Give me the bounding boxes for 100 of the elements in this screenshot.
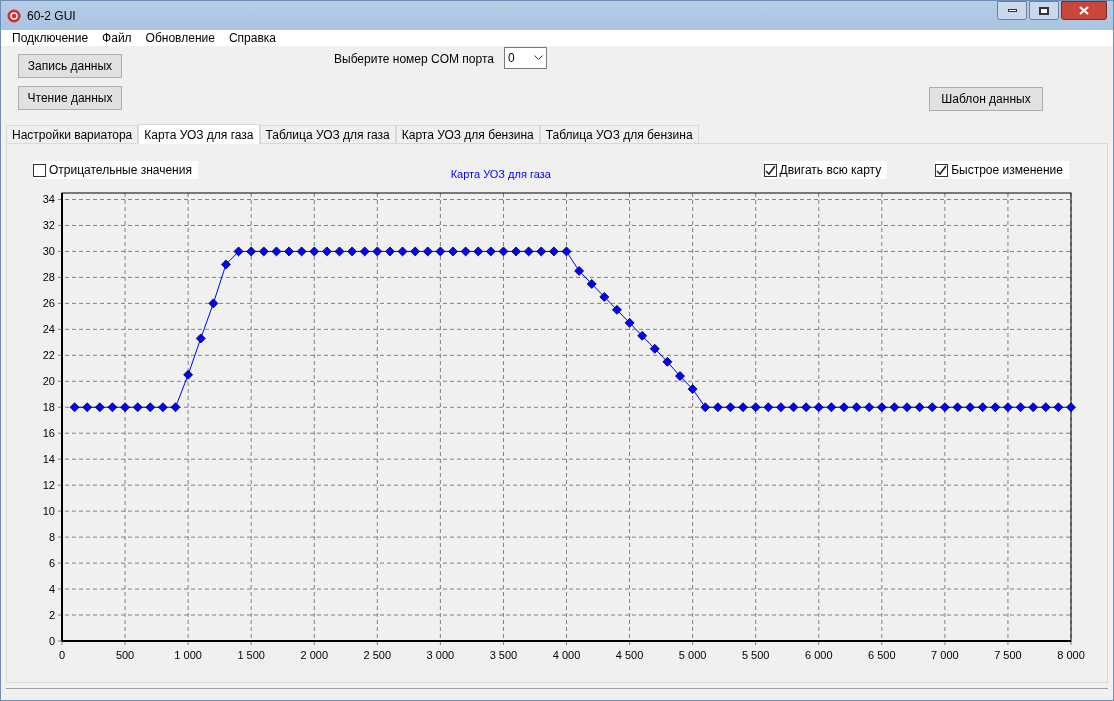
data-point[interactable]	[460, 246, 471, 257]
data-point[interactable]	[1053, 402, 1064, 413]
data-point[interactable]	[372, 246, 383, 257]
data-point[interactable]	[813, 402, 824, 413]
data-point[interactable]	[435, 246, 446, 257]
data-point[interactable]	[952, 402, 963, 413]
data-point[interactable]	[599, 292, 610, 302]
data-point[interactable]	[347, 246, 357, 257]
data-point[interactable]	[1003, 402, 1013, 413]
data-point[interactable]	[940, 402, 950, 413]
checkbox[interactable]	[935, 163, 949, 177]
data-point[interactable]	[485, 246, 496, 257]
data-point[interactable]	[561, 246, 572, 257]
data-point[interactable]	[965, 402, 975, 413]
data-point[interactable]	[1028, 402, 1039, 413]
data-point[interactable]	[738, 402, 748, 413]
data-point[interactable]	[246, 246, 257, 257]
data-point[interactable]	[473, 246, 484, 257]
data-point[interactable]	[69, 402, 80, 413]
tab[interactable]: Карта УОЗ для бензина	[395, 125, 540, 143]
data-point[interactable]	[612, 304, 622, 315]
data-point[interactable]	[158, 402, 168, 413]
data-point[interactable]	[82, 402, 93, 413]
tab[interactable]: Таблица УОЗ для бензина	[539, 125, 699, 143]
menu-item[interactable]: Справка	[221, 32, 283, 44]
data-point[interactable]	[132, 402, 143, 413]
data-point[interactable]	[94, 402, 105, 413]
minimize-button[interactable]	[997, 1, 1027, 20]
data-point[interactable]	[170, 402, 181, 413]
y-tick-label: 22	[42, 349, 55, 362]
data-point[interactable]	[725, 402, 736, 413]
data-point[interactable]	[221, 259, 231, 270]
data-point[interactable]	[448, 246, 458, 257]
data-point[interactable]	[183, 369, 194, 380]
data-point[interactable]	[776, 402, 786, 413]
data-point[interactable]	[359, 246, 370, 257]
tab[interactable]: Карта УОЗ для газа	[138, 124, 260, 144]
data-point[interactable]	[662, 356, 673, 367]
data-point[interactable]	[195, 333, 206, 344]
data-point[interactable]	[296, 246, 307, 257]
data-point[interactable]	[700, 402, 711, 413]
data-point[interactable]	[914, 402, 925, 413]
data-point[interactable]	[977, 402, 988, 413]
data-point[interactable]	[284, 246, 294, 257]
data-point[interactable]	[511, 246, 521, 257]
data-point[interactable]	[1040, 402, 1051, 413]
data-point[interactable]	[876, 402, 887, 413]
button[interactable]: Шаблон данных	[929, 87, 1043, 111]
data-point[interactable]	[523, 246, 534, 257]
button[interactable]: Чтение данных	[18, 86, 122, 110]
checkbox[interactable]	[33, 163, 46, 177]
data-point[interactable]	[750, 402, 761, 413]
data-point[interactable]	[271, 246, 282, 257]
tab[interactable]: Настройки вариатора	[6, 125, 139, 143]
data-point[interactable]	[397, 246, 408, 257]
data-point[interactable]	[586, 279, 597, 289]
data-point[interactable]	[826, 402, 837, 413]
data-point[interactable]	[851, 402, 862, 413]
data-point[interactable]	[990, 402, 1001, 413]
data-point[interactable]	[927, 402, 938, 413]
tab[interactable]: Таблица УОЗ для газа	[259, 125, 396, 143]
button[interactable]: Запись данных	[18, 54, 122, 78]
data-point[interactable]	[120, 402, 130, 413]
data-point[interactable]	[321, 246, 332, 257]
close-button[interactable]	[1061, 1, 1107, 20]
data-point[interactable]	[864, 402, 875, 413]
data-point[interactable]	[675, 371, 685, 381]
data-point[interactable]	[1015, 402, 1026, 413]
data-point[interactable]	[712, 402, 723, 413]
data-point[interactable]	[549, 246, 559, 257]
menu-item[interactable]: Обновление	[138, 32, 222, 44]
com-port-dropdown[interactable]: 0	[503, 47, 547, 69]
data-point[interactable]	[1066, 402, 1076, 413]
data-point[interactable]	[687, 384, 698, 394]
menu-item[interactable]: Файл	[95, 32, 139, 44]
data-point[interactable]	[208, 298, 219, 309]
data-point[interactable]	[637, 330, 648, 341]
data-point[interactable]	[889, 402, 900, 413]
data-point[interactable]	[145, 402, 156, 413]
menu-item[interactable]: Подключение	[5, 32, 96, 44]
data-point[interactable]	[334, 246, 345, 257]
data-point[interactable]	[385, 246, 395, 257]
data-point[interactable]	[801, 402, 812, 413]
data-point[interactable]	[536, 246, 547, 257]
data-point[interactable]	[233, 246, 244, 257]
maximize-button[interactable]	[1029, 1, 1059, 20]
data-point[interactable]	[624, 317, 635, 328]
data-point[interactable]	[574, 266, 584, 276]
data-point[interactable]	[763, 402, 774, 413]
data-point[interactable]	[422, 246, 433, 257]
data-point[interactable]	[498, 246, 509, 257]
data-point[interactable]	[788, 402, 799, 413]
checkbox[interactable]	[763, 163, 777, 177]
data-point[interactable]	[410, 246, 421, 257]
data-point[interactable]	[649, 343, 660, 354]
data-point[interactable]	[839, 402, 849, 413]
data-point[interactable]	[309, 246, 320, 257]
data-point[interactable]	[258, 246, 269, 257]
data-point[interactable]	[107, 402, 118, 413]
data-point[interactable]	[902, 402, 912, 413]
